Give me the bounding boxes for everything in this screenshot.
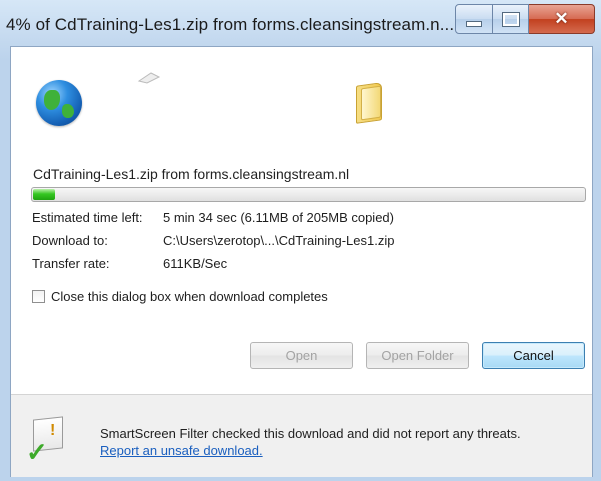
minimize-icon xyxy=(466,21,482,27)
flying-paper-icon xyxy=(137,69,161,84)
close-when-complete-row[interactable]: Close this dialog box when download comp… xyxy=(32,289,328,304)
estimated-time-key: Estimated time left: xyxy=(32,210,143,225)
download-progress-bar xyxy=(31,187,586,202)
report-unsafe-download-link[interactable]: Report an unsafe download. xyxy=(100,443,263,458)
globe-icon xyxy=(36,80,82,126)
checkmark-icon: ✓ xyxy=(26,437,48,467)
open-folder-button[interactable]: Open Folder xyxy=(366,342,469,369)
close-button[interactable]: ✕ xyxy=(529,4,595,34)
minimize-button[interactable] xyxy=(455,4,493,34)
smartscreen-message: SmartScreen Filter checked this download… xyxy=(100,425,540,459)
download-progress-fill xyxy=(33,189,55,200)
window-title: 4% of CdTraining-Les1.zip from forms.cle… xyxy=(6,15,455,34)
maximize-icon xyxy=(501,11,520,27)
dialog-body: CdTraining-Les1.zip from forms.cleansing… xyxy=(10,46,593,477)
warning-exclamation-icon: ! xyxy=(50,422,56,439)
transfer-rate-key: Transfer rate: xyxy=(32,256,110,271)
close-icon: ✕ xyxy=(554,9,569,28)
folder-flap xyxy=(361,85,381,121)
download-file-label: CdTraining-Les1.zip from forms.cleansing… xyxy=(33,166,350,182)
open-button[interactable]: Open xyxy=(250,342,353,369)
window-controls: ✕ xyxy=(455,4,595,36)
maximize-button[interactable] xyxy=(493,4,529,34)
download-to-key: Download to: xyxy=(32,233,108,248)
close-when-complete-checkbox[interactable] xyxy=(32,290,45,303)
cancel-button[interactable]: Cancel xyxy=(482,342,585,369)
transfer-rate-value: 611KB/Sec xyxy=(163,256,228,271)
estimated-time-value: 5 min 34 sec (6.11MB of 205MB copied) xyxy=(163,210,394,225)
download-to-value: C:\Users\zerotop\...\CdTraining-Les1.zip xyxy=(163,233,395,248)
title-bar[interactable]: 4% of CdTraining-Les1.zip from forms.cle… xyxy=(0,0,601,46)
download-dialog-window: 4% of CdTraining-Les1.zip from forms.cle… xyxy=(0,0,601,481)
close-when-complete-label[interactable]: Close this dialog box when download comp… xyxy=(51,289,328,304)
smartscreen-text: SmartScreen Filter checked this download… xyxy=(100,426,521,441)
